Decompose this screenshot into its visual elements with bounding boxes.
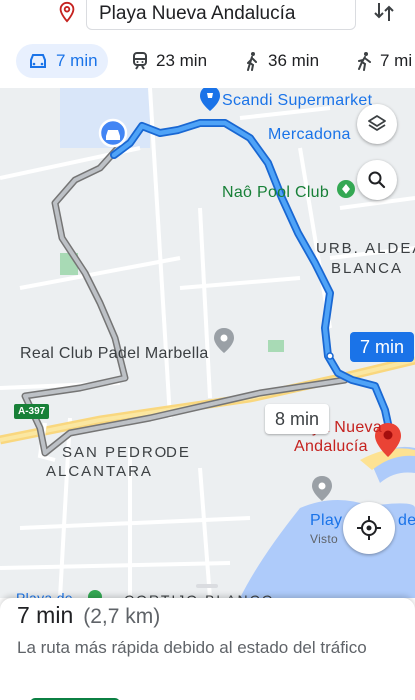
area-urb-aldea-blanca-line2: BLANCA (331, 260, 404, 277)
layers-icon (368, 115, 386, 131)
poi-scandi-supermarket[interactable]: Scandi Supermarket (222, 92, 372, 110)
route-duration: 7 min (17, 602, 74, 628)
poi-playa-partial[interactable]: Play (310, 512, 342, 530)
destination-label-line2[interactable]: Andalucía (294, 438, 368, 456)
directions-header: Playa Nueva Andalucía (0, 0, 415, 36)
location-pin-icon (59, 1, 75, 23)
search-icon (368, 171, 386, 189)
ride-icon (358, 52, 371, 71)
poi-mercadona[interactable]: Mercadona (268, 126, 351, 144)
alternate-route-time[interactable]: 8 min (265, 404, 330, 434)
destination-field[interactable]: Playa Nueva Andalucía (86, 0, 356, 30)
mode-walking-tab[interactable]: 36 min (244, 44, 319, 78)
area-san-pedro-line3: ALCANTARA (46, 463, 153, 480)
my-location-icon (357, 516, 381, 540)
car-icon (30, 54, 46, 68)
travel-mode-tabs: 7 min 23 min 36 min 7 mi (0, 36, 415, 88)
destination-text: Playa Nueva Andalucía (99, 3, 296, 24)
route-distance: (2,7 km) (83, 605, 161, 628)
poi-visto-partial: Visto (310, 532, 338, 546)
recenter-button[interactable] (343, 502, 395, 554)
route-description: La ruta más rápida debido al estado del … (17, 638, 367, 657)
poi-nao-pool-club[interactable]: Naô Pool Club (222, 184, 329, 202)
primary-route-time[interactable]: 7 min (350, 332, 415, 362)
route-summary: 7 min (2,7 km) (17, 602, 160, 629)
route-summary-sheet[interactable]: 7 min (2,7 km) La ruta más rápida debido… (0, 584, 415, 700)
mode-ride-tab[interactable]: 7 mi (356, 44, 412, 78)
mode-driving-tab[interactable]: 7 min (16, 44, 108, 78)
walking-icon (247, 52, 257, 71)
mode-transit-tab[interactable]: 23 min (132, 44, 207, 78)
area-san-pedro-line2: DE (166, 444, 191, 461)
area-san-pedro-line1: SAN PEDRO (62, 444, 169, 461)
mode-time: 36 min (268, 51, 320, 70)
swap-vertical-icon[interactable] (371, 0, 397, 24)
layers-button[interactable] (357, 104, 397, 144)
train-icon (133, 52, 147, 70)
mode-time: 7 min (56, 51, 98, 70)
area-cortijo-blanco: CORTIJO BLANCO (124, 590, 275, 598)
map-view[interactable]: Scandi Supermarket Mercadona Naô Pool Cl… (0, 88, 415, 598)
mode-time: 7 mi (380, 51, 413, 70)
poi-playa-de-partial[interactable]: de (398, 512, 415, 530)
poi-playa-left-partial[interactable]: Playa de (16, 590, 73, 598)
map-search-button[interactable] (357, 160, 397, 200)
area-urb-aldea-blanca-line1: URB. ALDEA (316, 240, 415, 257)
mode-time: 23 min (156, 51, 208, 70)
poi-real-club-padel[interactable]: Real Club Padel Marbella (20, 345, 209, 363)
sheet-drag-handle[interactable] (196, 584, 218, 588)
road-shield-a397: A-397 (14, 404, 50, 419)
